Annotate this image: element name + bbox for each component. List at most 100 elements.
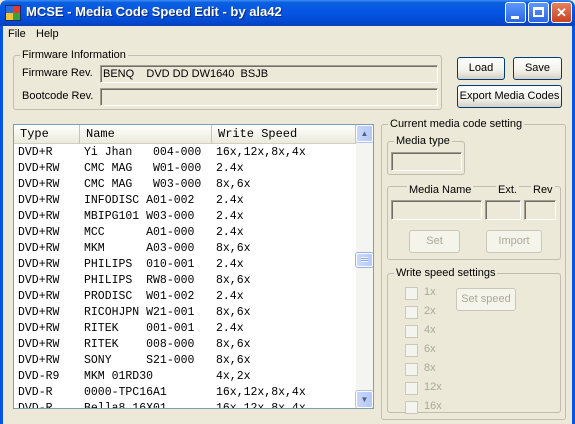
row-speed-cell: 2.4x — [216, 226, 244, 239]
speed-checkbox-label: 2x — [424, 305, 436, 317]
close-button[interactable]: ✕ — [551, 2, 572, 23]
row-type-cell: DVD+RW — [18, 322, 60, 335]
scroll-thumb[interactable] — [356, 253, 373, 267]
row-speed-cell: 4x,2x — [216, 370, 251, 383]
row-speed-cell: 2.4x — [216, 210, 244, 223]
firmware-rev-field: BENQ DVD DD DW1640 BSJB — [100, 65, 438, 83]
table-row[interactable]: DVD+RW RICOHJPN W21-001 8x,6x — [14, 305, 356, 321]
export-media-codes-button[interactable]: Export Media Codes — [457, 85, 562, 108]
bootcode-rev-label: Bootcode Rev. — [22, 90, 94, 102]
maximize-button[interactable] — [528, 2, 549, 23]
row-type-cell: DVD+RW — [18, 290, 60, 303]
table-row[interactable]: DVD+RW RITEK 008-000 8x,6x — [14, 337, 356, 353]
column-header-name[interactable]: Name — [80, 125, 212, 144]
media-name-group: Media Name Ext. Rev Set Import — [387, 184, 561, 260]
row-name-cell: 0000-TPC16A1 — [84, 386, 167, 399]
app-icon[interactable] — [5, 5, 21, 21]
media-type-title: Media type — [394, 135, 452, 147]
speed-checkbox-label: 1x — [424, 286, 436, 298]
current-media-code-group: Current media code setting Media type Me… — [381, 118, 566, 420]
row-type-cell: DVD+RW — [18, 178, 60, 191]
table-row[interactable]: DVD+RW RITEK 001-001 2.4x — [14, 321, 356, 337]
table-row[interactable]: DVD+RW PHILIPS 010-001 2.4x — [14, 257, 356, 273]
table-row[interactable]: DVD+RW SONY S21-000 8x,6x — [14, 353, 356, 369]
row-name-cell: MKM 01RD30 — [84, 370, 154, 383]
media-type-group: Media type — [387, 135, 465, 175]
row-speed-cell: 8x,6x — [216, 306, 251, 319]
table-row[interactable]: DVD+RW CMC MAG W03-000 8x,6x — [14, 177, 356, 193]
row-name-cell: PHILIPS 010-001 — [84, 258, 195, 271]
speed-checkbox[interactable] — [405, 344, 418, 357]
speed-checkbox[interactable] — [405, 306, 418, 319]
media-code-list[interactable]: Type Name Write Speed DVD+R Yi Jhan 004-0… — [13, 124, 374, 409]
row-name-cell: RITEK 008-000 — [84, 338, 195, 351]
table-row[interactable]: DVD-R 0000-TPC16A1 16x,12x,8x,4x — [14, 385, 356, 401]
table-row[interactable]: DVD-R9 MKM 01RD30 4x,2x — [14, 369, 356, 385]
table-row[interactable]: DVD+RW MBIPG101 W03-000 2.4x — [14, 209, 356, 225]
table-row[interactable]: DVD+RW MKM A03-000 8x,6x — [14, 241, 356, 257]
row-speed-cell: 8x,6x — [216, 178, 251, 191]
minimize-button[interactable] — [505, 2, 526, 23]
row-type-cell: DVD-R — [18, 386, 53, 399]
speed-checkbox[interactable] — [405, 287, 418, 300]
table-row[interactable]: DVD+RW INFODISC A01-002 2.4x — [14, 193, 356, 209]
set-speed-button[interactable]: Set speed — [456, 288, 516, 311]
row-type-cell: DVD+RW — [18, 162, 60, 175]
table-row[interactable]: DVD+R Yi Jhan 004-000 16x,12x,8x,4x — [14, 145, 356, 161]
scroll-down-button[interactable]: ▼ — [356, 391, 373, 408]
table-row[interactable]: DVD+RW PRODISC W01-002 2.4x — [14, 289, 356, 305]
speed-checkbox[interactable] — [405, 363, 418, 376]
speed-checkbox-label: 6x — [424, 343, 436, 355]
column-header-write-speed[interactable]: Write Speed — [212, 125, 356, 144]
firmware-group-title: Firmware Information — [20, 49, 128, 61]
scroll-up-button[interactable]: ▲ — [356, 125, 373, 142]
row-type-cell: DVD-R — [18, 402, 53, 409]
row-speed-cell: 8x,6x — [216, 242, 251, 255]
set-button[interactable]: Set — [409, 230, 460, 253]
row-type-cell: DVD+RW — [18, 226, 60, 239]
speed-checkbox[interactable] — [405, 401, 418, 414]
row-name-cell: CMC MAG W01-000 — [84, 162, 202, 175]
row-type-cell: DVD-R9 — [18, 370, 60, 383]
write-speed-group: Write speed settings 1x 2x 4x 6x 8x 12x 16x Se… — [387, 267, 561, 414]
current-media-group-title: Current media code setting — [388, 118, 525, 130]
rev-field[interactable] — [524, 200, 556, 220]
row-name-cell: MBIPG101 W03-000 — [84, 210, 195, 223]
load-button[interactable]: Load — [457, 57, 505, 80]
table-row[interactable]: DVD+RW MCC A01-000 2.4x — [14, 225, 356, 241]
speed-checkbox[interactable] — [405, 325, 418, 338]
vertical-scrollbar[interactable]: ▲ ▼ — [356, 125, 373, 408]
speed-checkbox-label: 4x — [424, 324, 436, 336]
speed-checkbox-label: 8x — [424, 362, 436, 374]
row-type-cell: DVD+RW — [18, 274, 60, 287]
media-name-field[interactable] — [391, 200, 482, 220]
row-name-cell: PHILIPS RW8-000 — [84, 274, 195, 287]
row-name-cell: CMC MAG W03-000 — [84, 178, 202, 191]
row-speed-cell: 8x,6x — [216, 354, 251, 367]
ext-field[interactable] — [485, 200, 521, 220]
firmware-rev-label: Firmware Rev. — [22, 67, 93, 79]
row-name-cell: Yi Jhan 004-000 — [84, 146, 202, 159]
row-speed-cell: 2.4x — [216, 258, 244, 271]
speed-checkbox-label: 12x — [424, 381, 442, 393]
row-speed-cell: 2.4x — [216, 162, 244, 175]
speed-checkbox-label: 16x — [424, 400, 442, 412]
write-speed-group-title: Write speed settings — [394, 267, 498, 279]
row-speed-cell: 2.4x — [216, 194, 244, 207]
save-button[interactable]: Save — [513, 57, 562, 80]
import-button[interactable]: Import — [486, 230, 542, 253]
table-row[interactable]: DVD+RW PHILIPS RW8-000 8x,6x — [14, 273, 356, 289]
speed-checkbox[interactable] — [405, 382, 418, 395]
row-name-cell: RICOHJPN W21-001 — [84, 306, 195, 319]
media-name-label: Media Name — [407, 184, 474, 196]
table-row[interactable]: DVD-R Bella8 16X01 16x,12x,8x,4x — [14, 401, 356, 409]
menu-help[interactable]: Help — [36, 28, 59, 40]
list-rows: DVD+R Yi Jhan 004-000 16x,12x,8x,4x DVD+RW C… — [14, 145, 356, 409]
menu-file[interactable]: File — [8, 28, 26, 40]
menu-bar: File Help — [3, 26, 572, 44]
column-header-type[interactable]: Type — [14, 125, 80, 144]
row-speed-cell: 2.4x — [216, 322, 244, 335]
row-type-cell: DVD+RW — [18, 354, 60, 367]
row-speed-cell: 16x,12x,8x,4x — [216, 146, 306, 159]
table-row[interactable]: DVD+RW CMC MAG W01-000 2.4x — [14, 161, 356, 177]
